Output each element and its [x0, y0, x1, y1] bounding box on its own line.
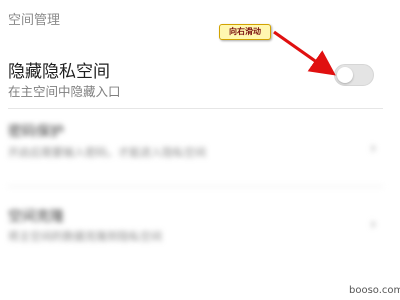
watermark: booso.com — [349, 285, 400, 296]
annotation-callout: 向右滑动 — [219, 24, 271, 40]
annotation-arrow — [273, 30, 336, 76]
